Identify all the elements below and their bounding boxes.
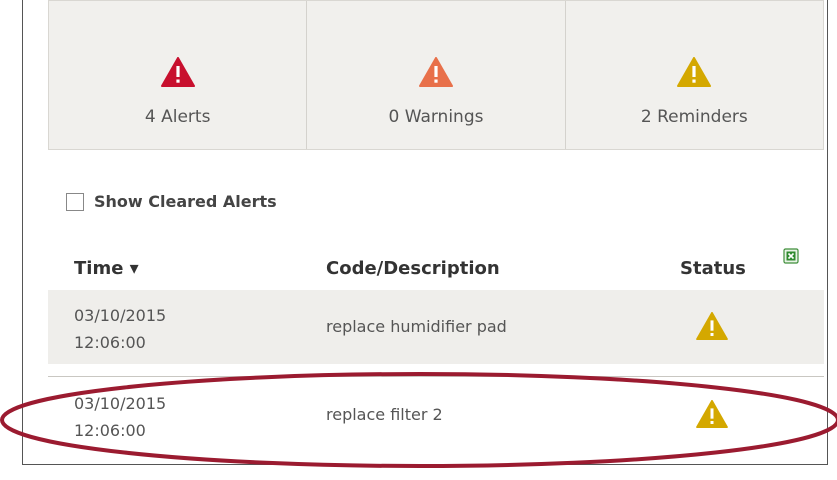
- status-column-header[interactable]: Status: [680, 258, 746, 279]
- row-divider: [48, 376, 824, 377]
- row-datetime: 03/10/2015 12:06:00: [74, 390, 166, 444]
- row-date: 03/10/2015: [74, 394, 167, 413]
- warnings-count: 0 Warnings: [388, 107, 484, 127]
- code-column-header[interactable]: Code/Description: [326, 258, 500, 279]
- table-row[interactable]: 03/10/2015 12:06:00 replace humidifier p…: [48, 290, 824, 364]
- reminder-triangle-icon: [696, 312, 728, 340]
- table-row[interactable]: 03/10/2015 12:06:00 replace filter 2: [48, 378, 824, 452]
- warnings-summary-cell[interactable]: 0 Warnings: [307, 1, 566, 149]
- reminders-summary-cell[interactable]: 2 Reminders: [566, 1, 823, 149]
- show-cleared-alerts-toggle[interactable]: Show Cleared Alerts: [66, 192, 277, 211]
- show-cleared-checkbox[interactable]: [66, 192, 84, 211]
- reminder-triangle-icon: [696, 400, 728, 428]
- alerts-count: 4 Alerts: [144, 107, 211, 127]
- reminders-count: 2 Reminders: [640, 107, 748, 127]
- alerts-table-header: Time ▾ Code/Description Status: [48, 248, 824, 290]
- alerts-summary-cell[interactable]: 4 Alerts: [49, 1, 308, 149]
- time-column-header[interactable]: Time ▾: [74, 258, 139, 279]
- row-description: replace filter 2: [326, 405, 443, 424]
- excel-export-icon[interactable]: [783, 248, 799, 264]
- row-datetime: 03/10/2015 12:06:00: [74, 302, 166, 356]
- show-cleared-label: Show Cleared Alerts: [94, 192, 277, 211]
- row-time: 12:06:00: [74, 333, 146, 352]
- alert-triangle-icon: [160, 57, 195, 87]
- row-time: 12:06:00: [74, 421, 146, 440]
- alert-summary: 4 Alerts 0 Warnings 2 Reminders: [48, 0, 824, 150]
- row-description: replace humidifier pad: [326, 317, 507, 336]
- row-date: 03/10/2015: [74, 306, 167, 325]
- reminder-triangle-icon: [677, 57, 712, 87]
- warning-triangle-icon: [418, 57, 453, 87]
